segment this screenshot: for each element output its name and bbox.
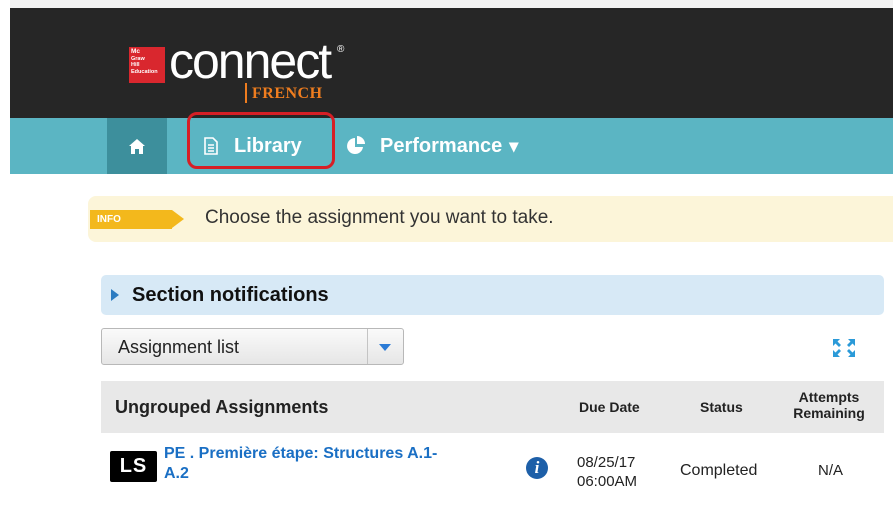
assignment-attempts: N/A — [818, 462, 844, 479]
browser-top-strip — [10, 0, 893, 8]
connect-wordmark: connect — [169, 33, 332, 89]
logo-line-4: Education — [131, 68, 158, 75]
column-attempts-remaining[interactable]: Attempts Remaining — [778, 389, 880, 421]
mcgraw-hill-logo: Mc Graw Hill Education — [129, 47, 165, 83]
select-divider — [367, 329, 368, 364]
info-badge-arrow — [172, 210, 184, 228]
assignment-title-line2: A.2 — [164, 465, 189, 482]
assignment-view-selected: Assignment list — [118, 337, 240, 357]
column-attempts-line1: Attempts — [798, 389, 860, 405]
registered-mark: ® — [337, 44, 345, 55]
learnsmart-icon: LS — [110, 451, 157, 482]
subject-divider — [245, 83, 247, 103]
column-due-date[interactable]: Due Date — [579, 399, 640, 415]
assignment-status: Completed — [680, 462, 758, 479]
subject-label: FRENCH — [252, 85, 323, 102]
home-icon — [129, 138, 145, 154]
logo-line-1: Mc — [131, 48, 141, 55]
expand-icon[interactable] — [831, 337, 857, 359]
info-icon[interactable]: i — [526, 457, 548, 479]
home-button[interactable] — [107, 118, 167, 174]
pie-chart-icon — [347, 136, 365, 154]
info-message: Choose the assignment you want to take. — [205, 207, 554, 228]
assignment-title-line1: PE . Première étape: Structures A.1- — [164, 445, 438, 462]
section-notifications-title: Section notifications — [132, 283, 329, 306]
due-date-value: 08/25/17 — [577, 454, 636, 471]
column-status[interactable]: Status — [700, 399, 743, 415]
nav-performance-label: Performance — [380, 134, 503, 157]
column-attempts-line2: Remaining — [793, 405, 865, 421]
section-notifications-toggle[interactable]: Section notifications — [101, 275, 884, 315]
caret-right-icon — [111, 289, 119, 301]
assignment-view-select[interactable]: Assignment list — [101, 328, 404, 365]
group-title: Ungrouped Assignments — [115, 397, 329, 417]
connect-page: Mc Graw Hill Education connect ® FRENCH … — [0, 0, 893, 506]
nav-performance[interactable]: Performance ▾ — [346, 118, 518, 174]
info-badge: INFO — [90, 210, 172, 229]
library-highlight-annotation — [187, 112, 335, 169]
assignment-due-date: 08/25/17 06:00AM — [577, 453, 637, 491]
due-time-value: 06:00AM — [577, 473, 638, 490]
chevron-down-icon: ▾ — [509, 135, 519, 156]
chevron-down-icon — [379, 344, 391, 351]
assignment-link[interactable]: PE . Première étape: Structures A.1- A.2 — [164, 444, 494, 484]
